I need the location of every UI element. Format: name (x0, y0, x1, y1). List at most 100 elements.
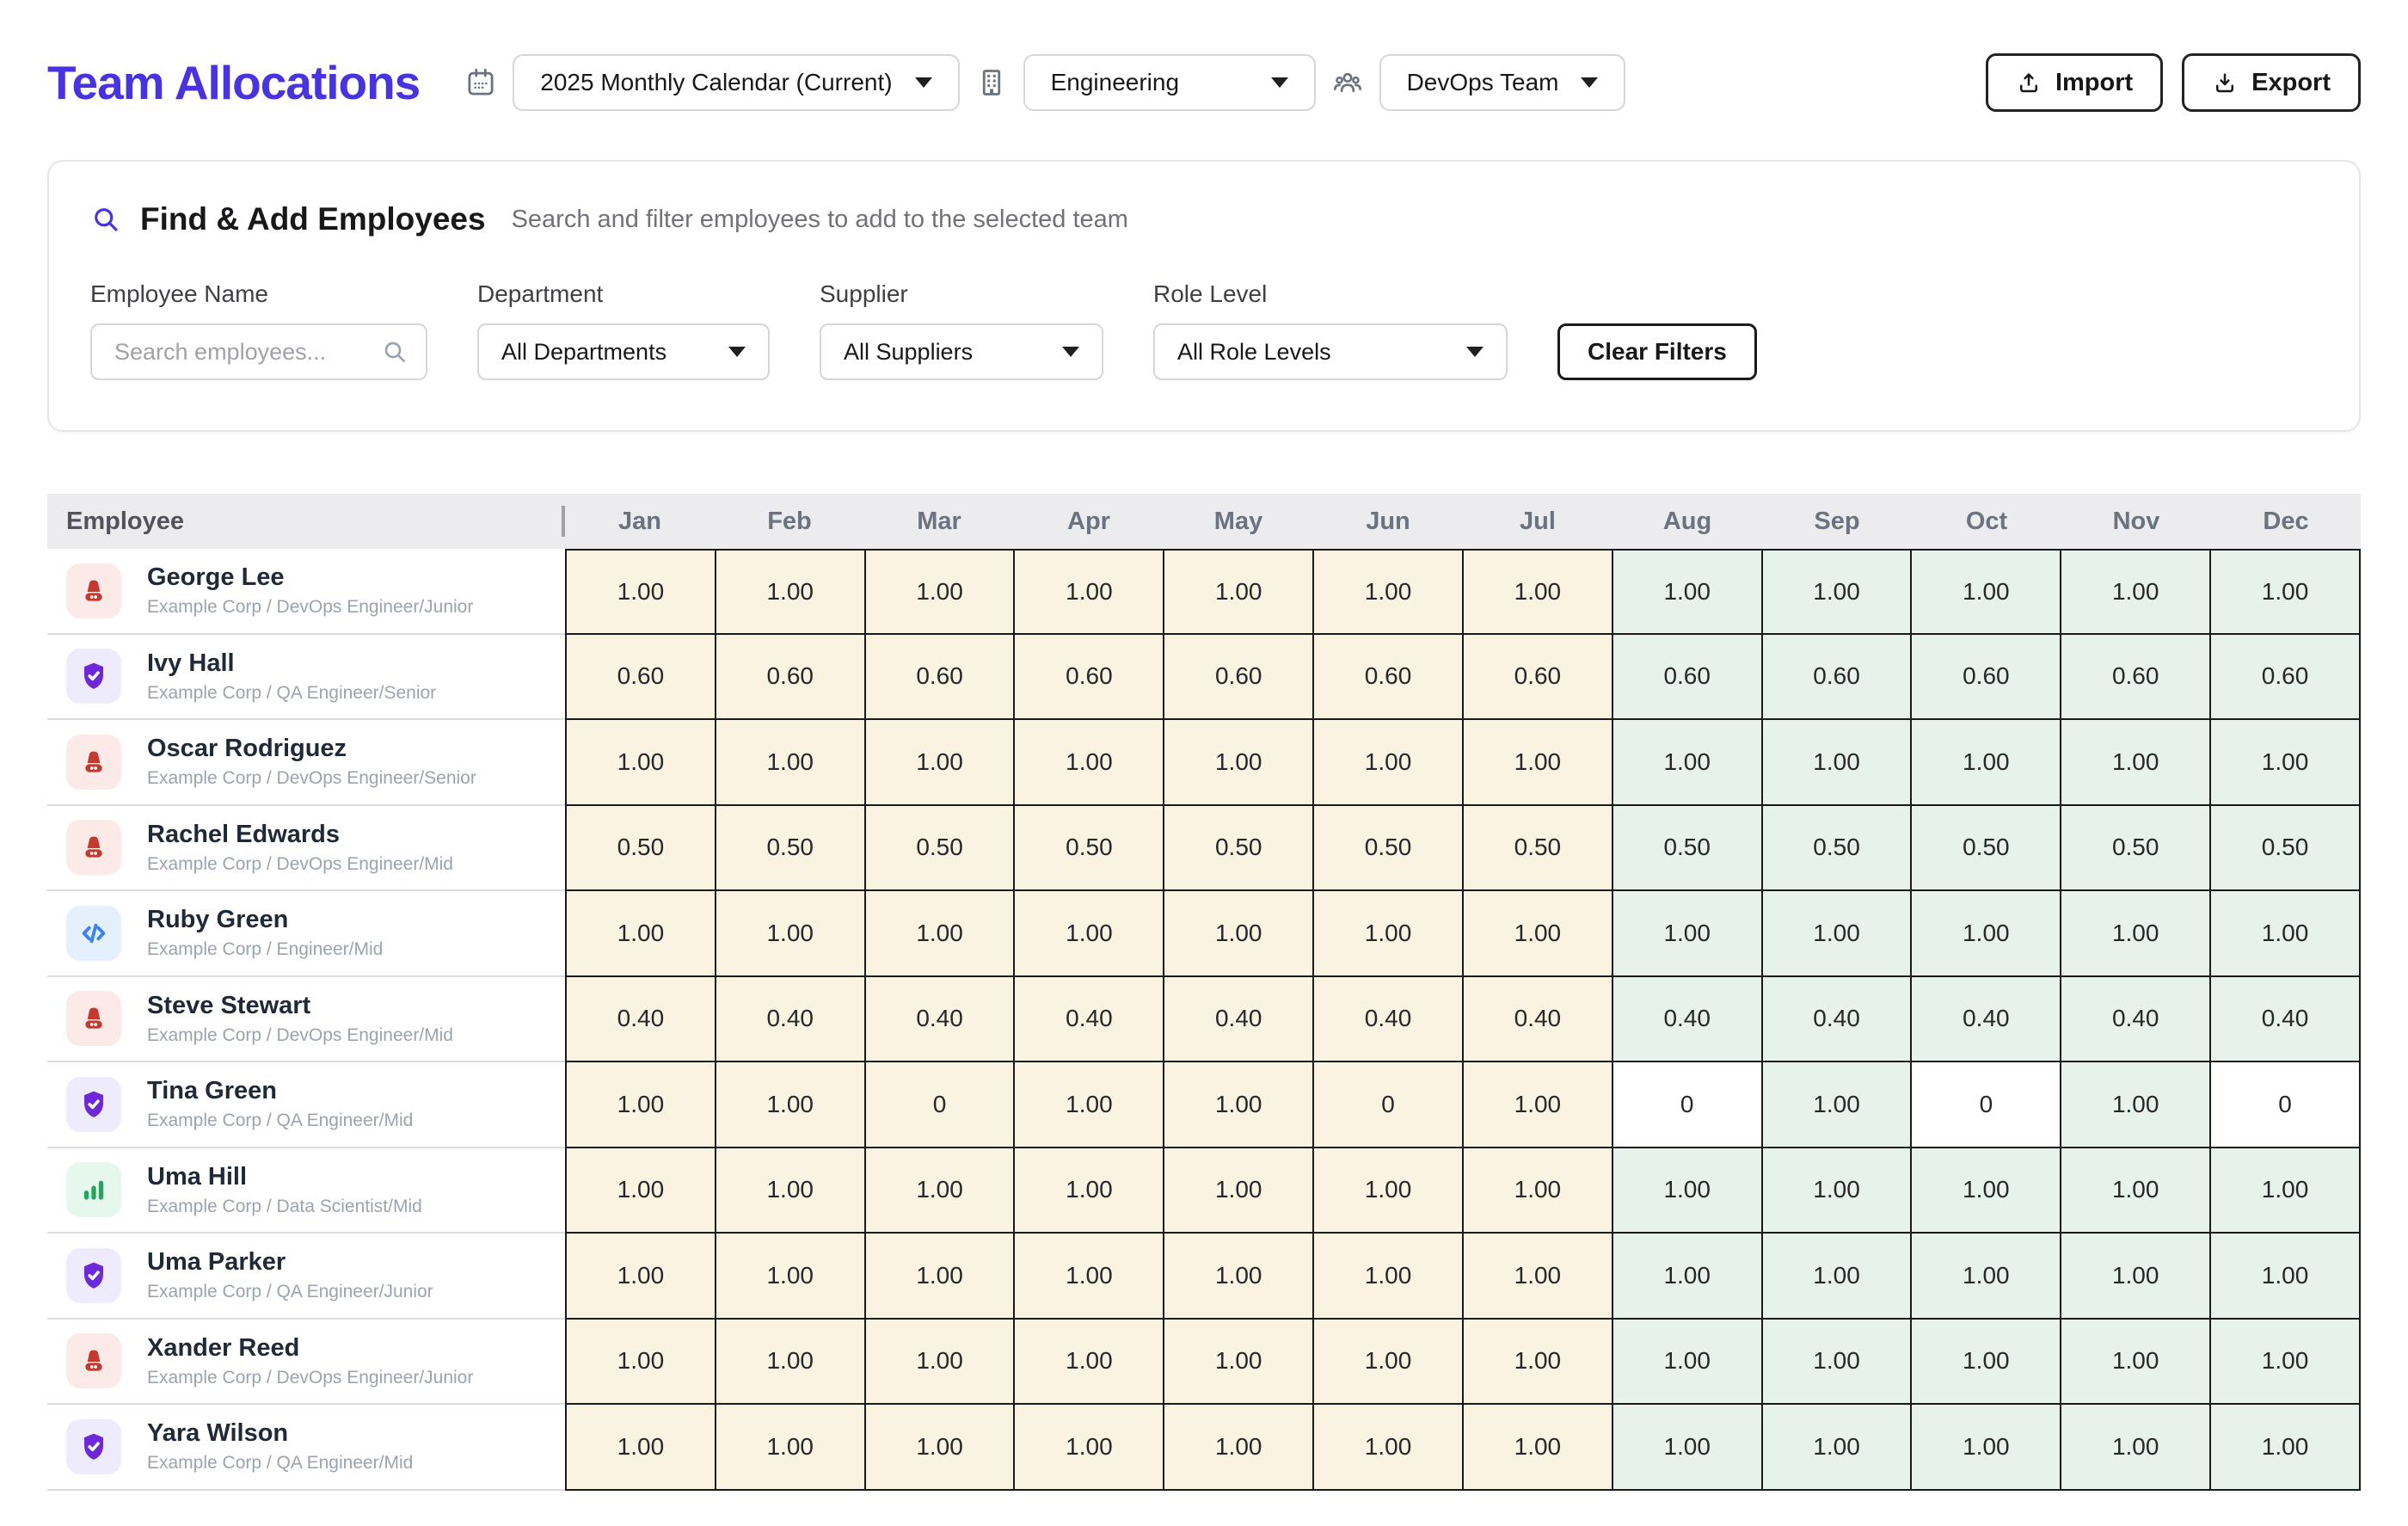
allocation-cell-jul[interactable]: 1.00 (1464, 720, 1613, 806)
allocation-cell-feb[interactable]: 0.40 (716, 977, 866, 1063)
allocation-cell-may[interactable]: 1.00 (1164, 891, 1314, 977)
department-filter-select[interactable]: All Departments (477, 323, 770, 380)
allocation-cell-apr[interactable]: 1.00 (1015, 1062, 1164, 1148)
allocation-cell-may[interactable]: 1.00 (1164, 1405, 1314, 1491)
allocation-cell-oct[interactable]: 0 (1912, 1062, 2061, 1148)
allocation-cell-aug[interactable]: 0.60 (1613, 635, 1763, 721)
allocation-cell-jan[interactable]: 1.00 (565, 1062, 716, 1148)
allocation-cell-nov[interactable]: 1.00 (2061, 549, 2211, 635)
allocation-cell-may[interactable]: 1.00 (1164, 1320, 1314, 1406)
allocation-cell-apr[interactable]: 1.00 (1015, 1405, 1164, 1491)
allocation-cell-sep[interactable]: 1.00 (1763, 1405, 1913, 1491)
allocation-cell-jul[interactable]: 0.60 (1464, 635, 1613, 721)
allocation-cell-feb[interactable]: 1.00 (716, 1320, 866, 1406)
allocation-cell-aug[interactable]: 1.00 (1613, 1148, 1763, 1234)
allocation-cell-jun[interactable]: 1.00 (1314, 1320, 1464, 1406)
calendar-select[interactable]: 2025 Monthly Calendar (Current) (513, 54, 959, 111)
allocation-cell-oct[interactable]: 0.60 (1912, 635, 2061, 721)
allocation-cell-jul[interactable]: 1.00 (1464, 1148, 1613, 1234)
allocation-cell-oct[interactable]: 1.00 (1912, 1234, 2061, 1320)
allocation-cell-oct[interactable]: 1.00 (1912, 549, 2061, 635)
allocation-cell-jan[interactable]: 1.00 (565, 891, 716, 977)
employee-cell[interactable]: Tina Green Example Corp / QA Engineer/Mi… (47, 1062, 565, 1148)
import-button[interactable]: Import (1986, 53, 2163, 112)
allocation-cell-jun[interactable]: 0.50 (1314, 806, 1464, 892)
allocation-cell-feb[interactable]: 0.50 (716, 806, 866, 892)
allocation-cell-oct[interactable]: 1.00 (1912, 891, 2061, 977)
allocation-cell-jun[interactable]: 1.00 (1314, 1405, 1464, 1491)
allocation-cell-jan[interactable]: 0.50 (565, 806, 716, 892)
allocation-cell-sep[interactable]: 1.00 (1763, 720, 1913, 806)
allocation-cell-sep[interactable]: 1.00 (1763, 1320, 1913, 1406)
employee-cell[interactable]: George Lee Example Corp / DevOps Enginee… (47, 549, 565, 635)
allocation-cell-sep[interactable]: 1.00 (1763, 891, 1913, 977)
allocation-cell-sep[interactable]: 0.50 (1763, 806, 1913, 892)
allocation-cell-jan[interactable]: 0.40 (565, 977, 716, 1063)
allocation-cell-aug[interactable]: 1.00 (1613, 1234, 1763, 1320)
allocation-cell-oct[interactable]: 1.00 (1912, 720, 2061, 806)
allocation-cell-jul[interactable]: 1.00 (1464, 1234, 1613, 1320)
employee-cell[interactable]: Ruby Green Example Corp / Engineer/Mid (47, 891, 565, 977)
allocation-cell-sep[interactable]: 1.00 (1763, 1062, 1913, 1148)
employee-cell[interactable]: Ivy Hall Example Corp / QA Engineer/Seni… (47, 635, 565, 721)
employee-cell[interactable]: Oscar Rodriguez Example Corp / DevOps En… (47, 720, 565, 806)
allocation-cell-aug[interactable]: 1.00 (1613, 1405, 1763, 1491)
allocation-cell-dec[interactable]: 0.50 (2211, 806, 2361, 892)
allocation-cell-jan[interactable]: 0.60 (565, 635, 716, 721)
employee-search-input[interactable] (90, 323, 427, 380)
allocation-cell-mar[interactable]: 1.00 (866, 549, 1016, 635)
allocation-cell-dec[interactable]: 1.00 (2211, 1405, 2361, 1491)
allocation-cell-dec[interactable]: 0 (2211, 1062, 2361, 1148)
allocation-cell-nov[interactable]: 1.00 (2061, 720, 2211, 806)
allocation-cell-feb[interactable]: 1.00 (716, 549, 866, 635)
allocation-cell-may[interactable]: 1.00 (1164, 549, 1314, 635)
allocation-cell-may[interactable]: 0.40 (1164, 977, 1314, 1063)
allocation-cell-aug[interactable]: 1.00 (1613, 891, 1763, 977)
allocation-cell-nov[interactable]: 1.00 (2061, 1234, 2211, 1320)
allocation-cell-jul[interactable]: 1.00 (1464, 1405, 1613, 1491)
allocation-cell-aug[interactable]: 0 (1613, 1062, 1763, 1148)
allocation-cell-may[interactable]: 1.00 (1164, 720, 1314, 806)
allocation-cell-feb[interactable]: 1.00 (716, 891, 866, 977)
allocation-cell-sep[interactable]: 1.00 (1763, 1148, 1913, 1234)
allocation-cell-feb[interactable]: 0.60 (716, 635, 866, 721)
clear-filters-button[interactable]: Clear Filters (1557, 323, 1757, 380)
allocation-cell-oct[interactable]: 0.50 (1912, 806, 2061, 892)
allocation-cell-mar[interactable]: 0.40 (866, 977, 1016, 1063)
allocation-cell-mar[interactable]: 0.60 (866, 635, 1016, 721)
allocation-cell-jun[interactable]: 1.00 (1314, 549, 1464, 635)
department-select[interactable]: Engineering (1023, 54, 1316, 111)
allocation-cell-aug[interactable]: 0.40 (1613, 977, 1763, 1063)
allocation-cell-feb[interactable]: 1.00 (716, 1234, 866, 1320)
allocation-cell-feb[interactable]: 1.00 (716, 1405, 866, 1491)
allocation-cell-jun[interactable]: 0.40 (1314, 977, 1464, 1063)
allocation-cell-dec[interactable]: 0.40 (2211, 977, 2361, 1063)
allocation-cell-nov[interactable]: 0.50 (2061, 806, 2211, 892)
allocation-cell-apr[interactable]: 0.40 (1015, 977, 1164, 1063)
allocation-cell-mar[interactable]: 1.00 (866, 1320, 1016, 1406)
allocation-cell-jul[interactable]: 1.00 (1464, 549, 1613, 635)
allocation-cell-aug[interactable]: 1.00 (1613, 549, 1763, 635)
team-select[interactable]: DevOps Team (1379, 54, 1626, 111)
allocation-cell-apr[interactable]: 1.00 (1015, 1234, 1164, 1320)
allocation-cell-apr[interactable]: 1.00 (1015, 720, 1164, 806)
employee-cell[interactable]: Uma Parker Example Corp / QA Engineer/Ju… (47, 1234, 565, 1320)
employee-cell[interactable]: Rachel Edwards Example Corp / DevOps Eng… (47, 806, 565, 892)
supplier-filter-select[interactable]: All Suppliers (820, 323, 1103, 380)
allocation-cell-jul[interactable]: 1.00 (1464, 1062, 1613, 1148)
allocation-cell-may[interactable]: 1.00 (1164, 1148, 1314, 1234)
allocation-cell-aug[interactable]: 0.50 (1613, 806, 1763, 892)
allocation-cell-apr[interactable]: 0.60 (1015, 635, 1164, 721)
allocation-cell-mar[interactable]: 1.00 (866, 891, 1016, 977)
allocation-cell-jun[interactable]: 0.60 (1314, 635, 1464, 721)
allocation-cell-jun[interactable]: 1.00 (1314, 720, 1464, 806)
allocation-cell-jun[interactable]: 1.00 (1314, 1148, 1464, 1234)
allocation-cell-mar[interactable]: 1.00 (866, 720, 1016, 806)
allocation-cell-sep[interactable]: 0.40 (1763, 977, 1913, 1063)
allocation-cell-aug[interactable]: 1.00 (1613, 1320, 1763, 1406)
allocation-cell-dec[interactable]: 1.00 (2211, 1148, 2361, 1234)
allocation-cell-jun[interactable]: 1.00 (1314, 891, 1464, 977)
allocation-cell-dec[interactable]: 1.00 (2211, 891, 2361, 977)
allocation-cell-nov[interactable]: 1.00 (2061, 891, 2211, 977)
employee-cell[interactable]: Xander Reed Example Corp / DevOps Engine… (47, 1320, 565, 1406)
